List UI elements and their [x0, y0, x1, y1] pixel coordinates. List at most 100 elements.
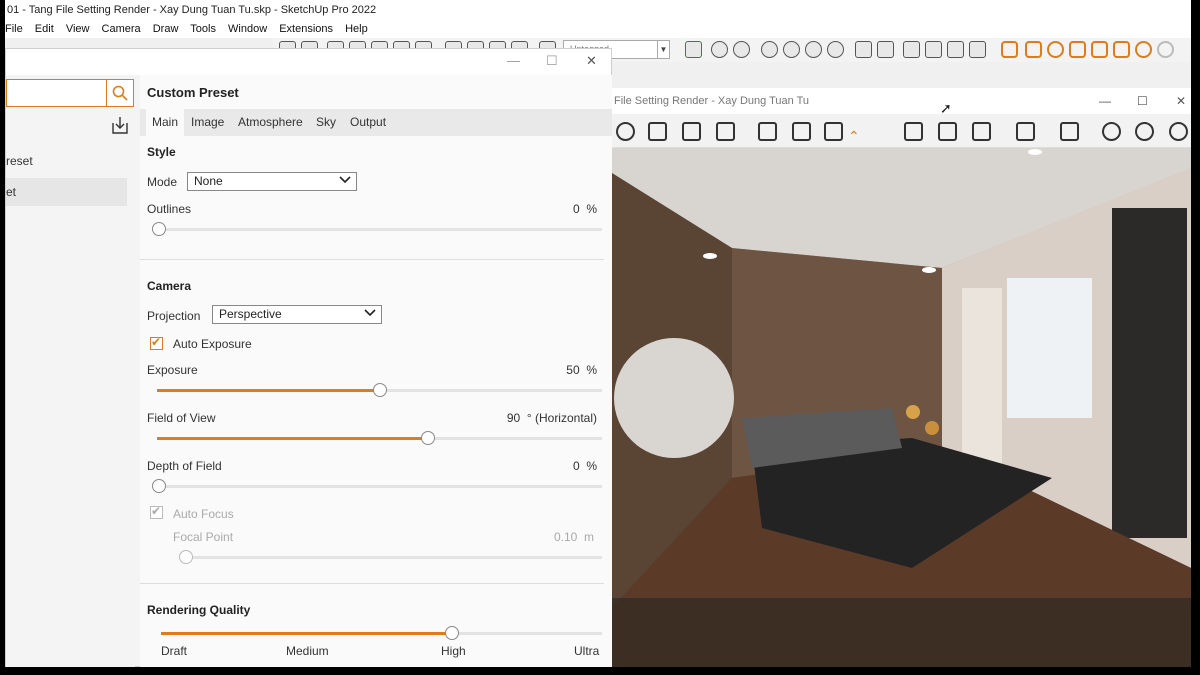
- fov-number: 90: [506, 411, 521, 425]
- tab-sky[interactable]: Sky: [310, 109, 342, 136]
- vfb-tool-icon[interactable]: [1060, 122, 1079, 141]
- outlines-value: 0 %: [573, 202, 597, 216]
- auto-exposure-label: Auto Exposure: [173, 337, 252, 351]
- search-input[interactable]: [6, 79, 134, 107]
- menu-help[interactable]: Help: [345, 23, 368, 35]
- vfb-tool-icon[interactable]: [904, 122, 923, 141]
- focal-point-label: Focal Point: [173, 530, 234, 544]
- vfb-tool-icon[interactable]: [938, 122, 957, 141]
- toolbar-tool-icon[interactable]: [733, 41, 750, 58]
- preset-list-item-selected[interactable]: et: [6, 178, 127, 206]
- menu-camera[interactable]: Camera: [102, 23, 141, 35]
- vfb-tool-icon[interactable]: [682, 122, 701, 141]
- menu-edit[interactable]: Edit: [35, 23, 54, 35]
- bedroom-render-image: [612, 148, 1191, 667]
- projection-select[interactable]: Perspective: [212, 305, 382, 324]
- quality-label-high: High: [441, 644, 466, 658]
- toolbar-tool-icon[interactable]: [925, 41, 942, 58]
- focal-point-slider-thumb[interactable]: [179, 550, 193, 564]
- import-icon[interactable]: [110, 115, 130, 135]
- dof-label: Depth of Field: [147, 459, 222, 473]
- help-icon[interactable]: [1169, 122, 1188, 141]
- menu-extensions[interactable]: Extensions: [279, 23, 333, 35]
- vray-tool-icon[interactable]: [1025, 41, 1042, 58]
- search-button[interactable]: [106, 80, 133, 106]
- vray-tool-icon[interactable]: [1091, 41, 1108, 58]
- close-button[interactable]: ✕: [1176, 88, 1186, 114]
- quality-slider-thumb[interactable]: [445, 626, 460, 640]
- quality-slider-fill: [161, 632, 453, 635]
- fov-slider-thumb[interactable]: [421, 431, 436, 445]
- fov-slider[interactable]: [157, 431, 602, 445]
- vray-tool-icon[interactable]: [1047, 41, 1064, 58]
- toolbar-tool-icon[interactable]: [685, 41, 702, 58]
- maximize-button[interactable]: ☐: [1137, 88, 1148, 114]
- settings-tabs: Main Image Atmosphere Sky Output: [140, 109, 612, 136]
- focal-point-slider[interactable]: [179, 550, 602, 564]
- vray-tool-icon[interactable]: [1135, 41, 1152, 58]
- auto-exposure-checkbox[interactable]: ✔: [150, 335, 163, 350]
- toolbar-tool-icon[interactable]: [783, 41, 800, 58]
- exposure-slider-thumb[interactable]: [372, 383, 387, 397]
- toolbar-tool-icon[interactable]: [903, 41, 920, 58]
- toolbar-tool-icon[interactable]: [947, 41, 964, 58]
- eye-icon[interactable]: [1102, 122, 1121, 141]
- preset-list-item[interactable]: reset: [6, 147, 127, 175]
- chevron-up-icon[interactable]: ⌃: [848, 128, 860, 145]
- sketchup-menu-bar: File Edit View Camera Draw Tools Window …: [5, 20, 1191, 38]
- divider: [140, 259, 604, 260]
- dof-slider[interactable]: [152, 479, 602, 493]
- vfb-tool-icon[interactable]: [616, 122, 635, 141]
- divider: [140, 583, 604, 584]
- vray-tool-icon[interactable]: [1001, 41, 1018, 58]
- tab-image[interactable]: Image: [185, 109, 230, 136]
- tab-main[interactable]: Main: [146, 109, 185, 136]
- toolbar-tool-icon[interactable]: [805, 41, 822, 58]
- menu-view[interactable]: View: [66, 23, 90, 35]
- tab-atmosphere[interactable]: Atmosphere: [232, 109, 309, 136]
- close-button[interactable]: ✕: [586, 53, 597, 69]
- toolbar-tool-icon[interactable]: [827, 41, 844, 58]
- menu-draw[interactable]: Draw: [153, 23, 179, 35]
- auto-focus-label: Auto Focus: [173, 507, 234, 521]
- dof-slider-thumb[interactable]: [152, 479, 166, 493]
- dof-value: 0 %: [573, 459, 597, 473]
- vfb-tool-icon[interactable]: [1016, 122, 1035, 141]
- projection-label: Projection: [147, 309, 201, 323]
- menu-file[interactable]: File: [5, 23, 23, 35]
- quality-slider[interactable]: [161, 626, 602, 640]
- vfb-tool-icon[interactable]: [792, 122, 811, 141]
- exposure-slider[interactable]: [157, 383, 602, 397]
- maximize-button[interactable]: ☐: [546, 53, 558, 69]
- dof-unit: %: [586, 459, 597, 473]
- outlines-slider[interactable]: [152, 222, 602, 236]
- toolbar-tool-icon[interactable]: [877, 41, 894, 58]
- exposure-number: 50: [566, 363, 580, 377]
- toolbar-tool-icon[interactable]: [969, 41, 986, 58]
- vfb-tool-icon[interactable]: [716, 122, 735, 141]
- gear-icon[interactable]: [1135, 122, 1154, 141]
- mode-label: Mode: [147, 175, 178, 189]
- vray-tool-icon[interactable]: [1113, 41, 1130, 58]
- section-camera-heading: Camera: [147, 279, 192, 293]
- tab-output[interactable]: Output: [344, 109, 392, 136]
- vfb-tool-icon[interactable]: [758, 122, 777, 141]
- menu-tools[interactable]: Tools: [190, 23, 216, 35]
- vfb-tool-icon[interactable]: [648, 122, 667, 141]
- vray-tool-icon[interactable]: [1157, 41, 1174, 58]
- toolbar-tool-icon[interactable]: [711, 41, 728, 58]
- menu-window[interactable]: Window: [228, 23, 267, 35]
- projection-select-value: Perspective: [219, 307, 282, 321]
- auto-focus-checkbox[interactable]: ✔: [150, 504, 163, 519]
- vfb-tool-icon[interactable]: [972, 122, 991, 141]
- toolbar-tool-icon[interactable]: [761, 41, 778, 58]
- vfb-tool-icon[interactable]: [824, 122, 843, 141]
- chevron-down-icon: [339, 176, 351, 184]
- focal-point-unit: m: [584, 530, 594, 544]
- toolbar-tool-icon[interactable]: [855, 41, 872, 58]
- minimize-button[interactable]: —: [507, 53, 520, 68]
- minimize-button[interactable]: —: [1099, 88, 1111, 114]
- mode-select[interactable]: None: [187, 172, 357, 191]
- vray-tool-icon[interactable]: [1069, 41, 1086, 58]
- outlines-slider-thumb[interactable]: [152, 222, 166, 236]
